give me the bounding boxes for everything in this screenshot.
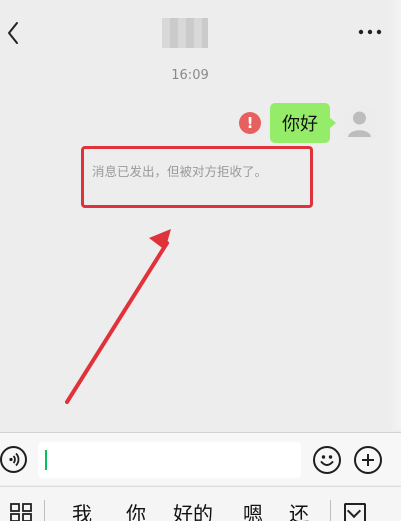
grid-button[interactable] xyxy=(10,503,34,521)
keyboard-suggestion[interactable]: 我 xyxy=(72,498,92,521)
keyboard-collapse-button[interactable] xyxy=(344,503,366,521)
chat-screen: 16:09 ! 你好 消息已发出，但被对方拒收了。 我 你 好的 嗯 还 xyxy=(0,0,401,521)
chat-header xyxy=(0,0,401,64)
voice-icon xyxy=(9,452,20,467)
scrollbar[interactable] xyxy=(389,0,401,430)
avatar[interactable] xyxy=(343,106,376,139)
keyboard-suggestion[interactable]: 好的 xyxy=(173,498,213,521)
grid-icon xyxy=(10,503,32,521)
text-caret xyxy=(45,450,47,470)
voice-button[interactable] xyxy=(0,446,27,473)
more-button[interactable] xyxy=(357,24,383,40)
more-icon xyxy=(358,29,382,35)
keyboard-separator xyxy=(330,500,331,521)
keyboard-suggestion[interactable]: 嗯 xyxy=(243,498,263,521)
keyboard-suggestion[interactable]: 你 xyxy=(126,498,146,521)
emoji-button[interactable] xyxy=(313,446,341,474)
message-timestamp: 16:09 xyxy=(171,68,209,83)
annotation-highlight-box xyxy=(81,146,313,208)
contact-name-blurred xyxy=(162,18,208,48)
keyboard-separator xyxy=(44,500,45,521)
message-bubble[interactable]: 你好 xyxy=(270,103,336,143)
error-icon[interactable]: ! xyxy=(239,112,261,134)
message-text: 你好 xyxy=(282,114,318,135)
avatar-icon xyxy=(343,106,376,139)
back-button[interactable] xyxy=(2,18,26,48)
keyboard-suggestion[interactable]: 还 xyxy=(289,498,309,521)
plus-button[interactable] xyxy=(354,446,382,474)
message-input[interactable] xyxy=(38,442,301,478)
emoji-icon xyxy=(320,455,334,466)
chevron-left-icon xyxy=(8,22,18,44)
